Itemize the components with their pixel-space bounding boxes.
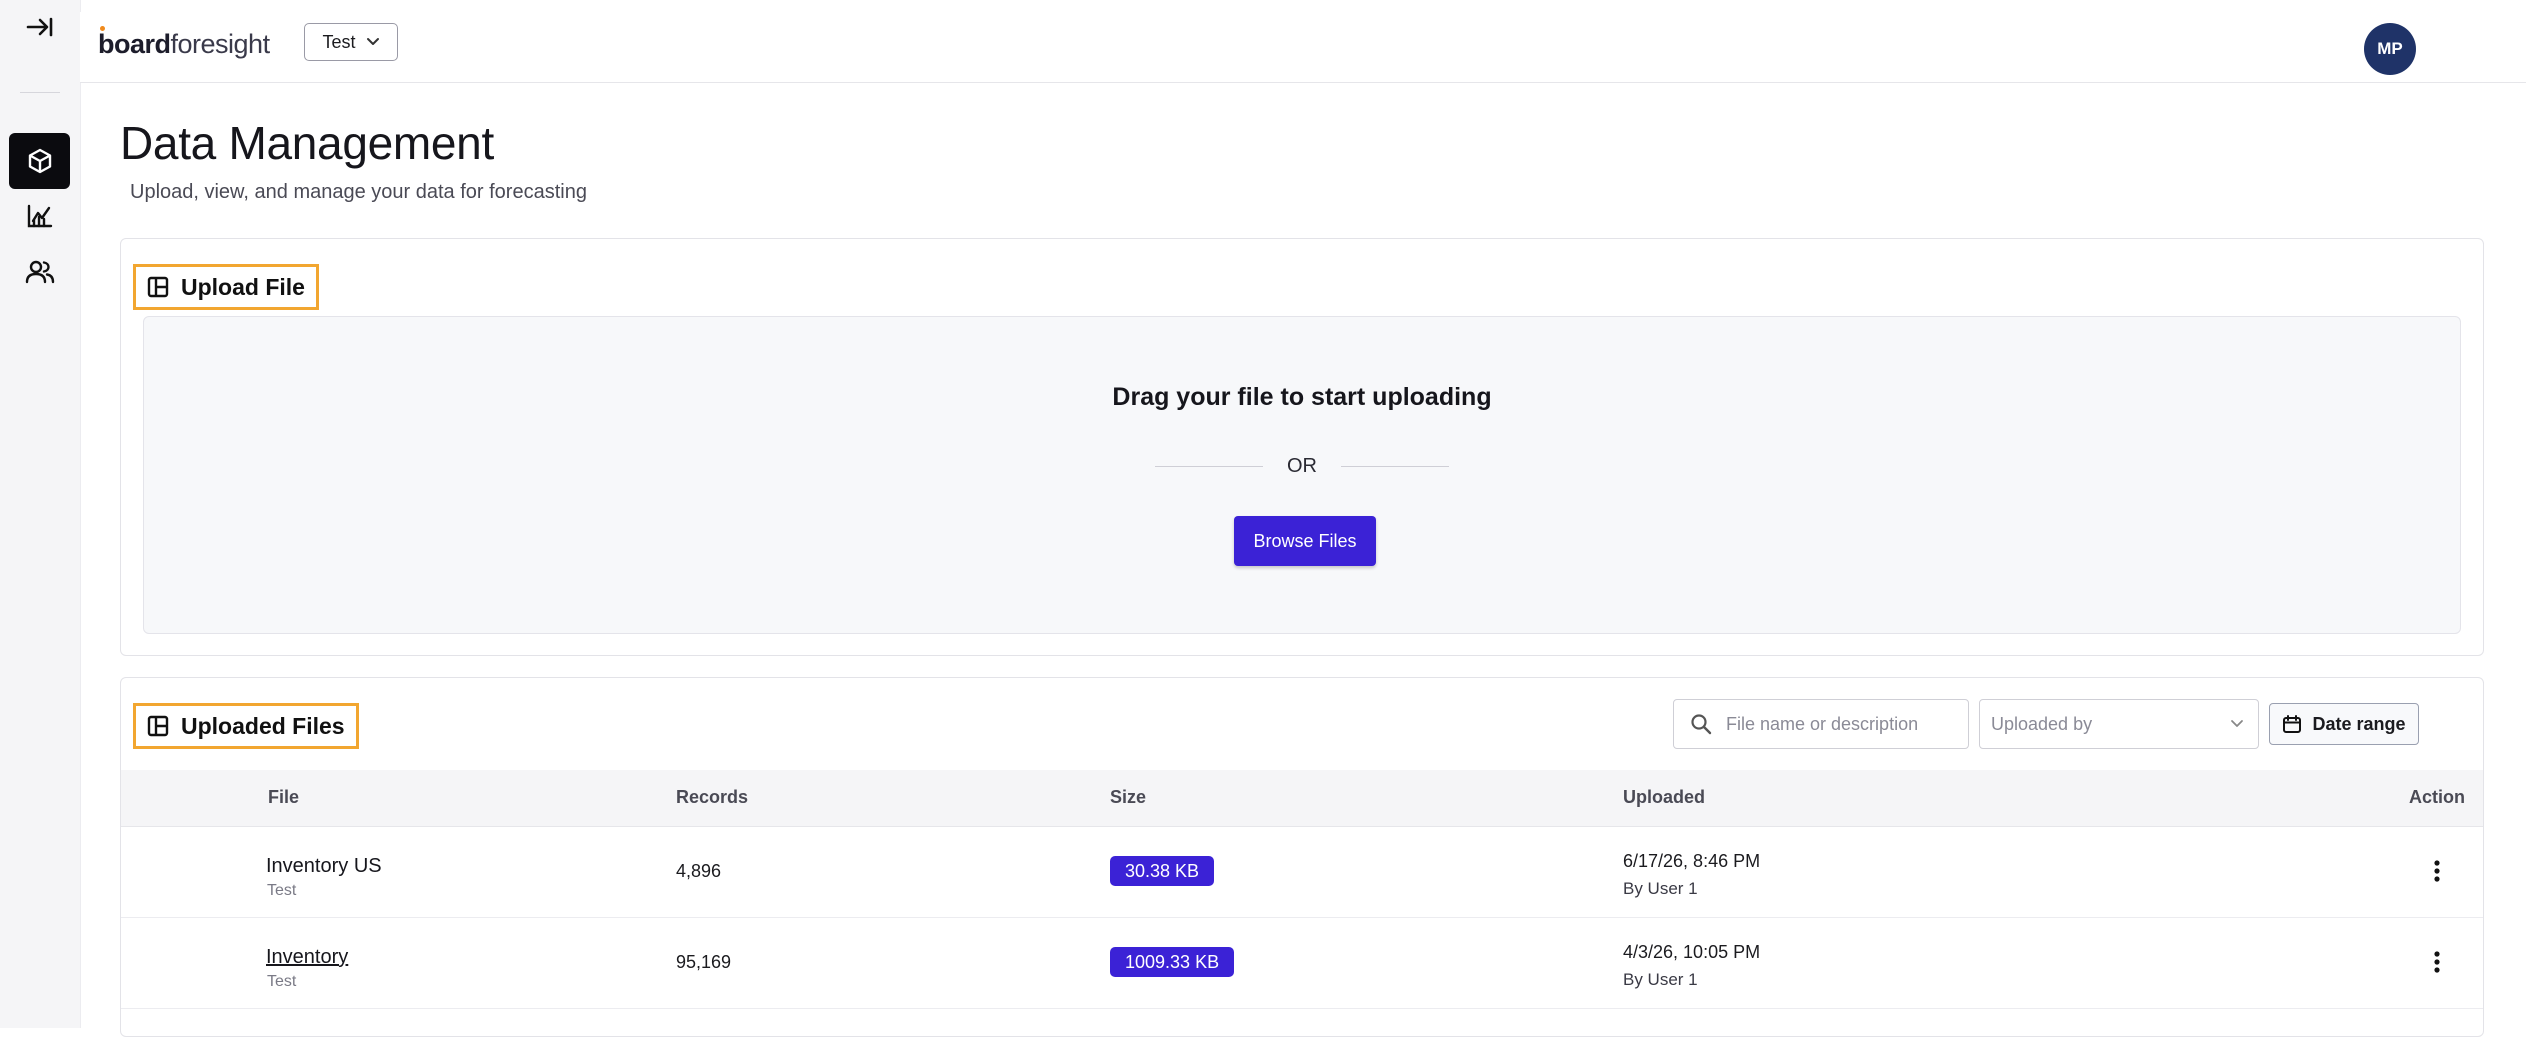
- file-size-badge: 1009.33 KB: [1110, 947, 1235, 977]
- top-bar: board foresight Test MP: [80, 12, 2526, 83]
- uploaded-by: By User 1: [1623, 879, 1698, 898]
- more-vertical-icon: [2434, 860, 2440, 882]
- file-name[interactable]: Inventory: [266, 946, 348, 969]
- more-vertical-icon: [2434, 951, 2440, 973]
- file-workspace: Test: [267, 882, 297, 899]
- collapse-sidebar-button[interactable]: [22, 12, 58, 42]
- uploaded-by-select[interactable]: Uploaded by: [1979, 699, 2259, 749]
- column-header-action: Action: [2409, 787, 2465, 807]
- uploaded-files-title: Uploaded Files: [181, 712, 345, 739]
- calendar-icon: [2283, 715, 2302, 733]
- user-avatar[interactable]: MP: [2364, 23, 2416, 75]
- or-separator: OR: [144, 455, 2460, 478]
- collapse-right-icon: [26, 17, 53, 37]
- search-icon: [1691, 714, 1712, 735]
- workspace-select[interactable]: Test: [304, 23, 398, 61]
- chart-icon: [27, 204, 52, 228]
- row-actions-button[interactable]: [2423, 853, 2451, 889]
- file-search-box[interactable]: [1673, 699, 1969, 749]
- file-workspace: Test: [267, 973, 297, 990]
- app-logo[interactable]: board foresight: [98, 26, 270, 62]
- files-table-header: File Records Size Uploaded Action: [121, 770, 2483, 827]
- chevron-down-icon: [366, 38, 379, 45]
- layout-panel-icon: [147, 276, 169, 298]
- users-icon: [25, 260, 54, 284]
- separator-line-right: [1341, 466, 1449, 467]
- logo-text-bold: board: [98, 28, 171, 59]
- uploaded-by-placeholder: Uploaded by: [1991, 713, 2093, 734]
- workspace-value: Test: [322, 31, 356, 52]
- row-actions-button[interactable]: [2423, 944, 2451, 980]
- date-range-label: Date range: [2312, 713, 2406, 734]
- logo-dot: [100, 26, 105, 31]
- upload-date: 4/3/26, 10:05 PM: [1623, 942, 1761, 962]
- upload-date: 6/17/26, 8:46 PM: [1623, 851, 1761, 871]
- uploaded-files-heading: Uploaded Files: [133, 703, 359, 749]
- cube-icon: [28, 148, 51, 174]
- left-rail: [0, 0, 81, 1028]
- file-records: 4,896: [676, 861, 722, 881]
- file-name[interactable]: Inventory US: [266, 855, 382, 878]
- column-header-records[interactable]: Records: [676, 787, 748, 808]
- drop-instructions: Drag your file to start uploading: [1112, 383, 1492, 411]
- uploaded-files-card: Uploaded Files Uploaded by Date range Fi…: [120, 677, 2484, 1037]
- or-text: OR: [1287, 455, 1317, 477]
- column-header-size[interactable]: Size: [1110, 787, 1146, 808]
- file-size-badge: 30.38 KB: [1110, 856, 1215, 886]
- uploaded-by: By User 1: [1623, 970, 1698, 989]
- file-records: 95,169: [676, 952, 732, 972]
- page-title: Data Management: [120, 117, 494, 169]
- date-range-button[interactable]: Date range: [2269, 703, 2419, 745]
- page-subtitle: Upload, view, and manage your data for f…: [130, 181, 587, 203]
- upload-file-heading: Upload File: [133, 264, 319, 310]
- logo-text-light: foresight: [170, 28, 271, 59]
- browse-files-button[interactable]: Browse Files: [1234, 516, 1376, 566]
- nav-forecasting[interactable]: [9, 188, 70, 244]
- column-header-file[interactable]: File: [268, 787, 299, 808]
- chevron-down-icon: [2231, 720, 2243, 727]
- table-row[interactable]: Inventory Test 95,169 1009.33 KB 4/3/26,…: [121, 918, 2483, 1009]
- table-row[interactable]: Inventory US Test 4,896 30.38 KB 6/17/26…: [121, 827, 2483, 918]
- file-dropzone[interactable]: Drag your file to start uploading OR Bro…: [143, 316, 2461, 634]
- upload-file-card: Upload File Drag your file to start uplo…: [120, 238, 2484, 656]
- nav-users[interactable]: [9, 244, 70, 300]
- separator-line-left: [1155, 466, 1263, 467]
- upload-file-title: Upload File: [181, 273, 305, 300]
- layout-panel-icon: [147, 715, 169, 737]
- nav-data-management[interactable]: [9, 133, 70, 189]
- rail-divider: [20, 92, 60, 93]
- column-header-uploaded[interactable]: Uploaded: [1623, 787, 1705, 808]
- file-search-input[interactable]: [1724, 712, 1958, 736]
